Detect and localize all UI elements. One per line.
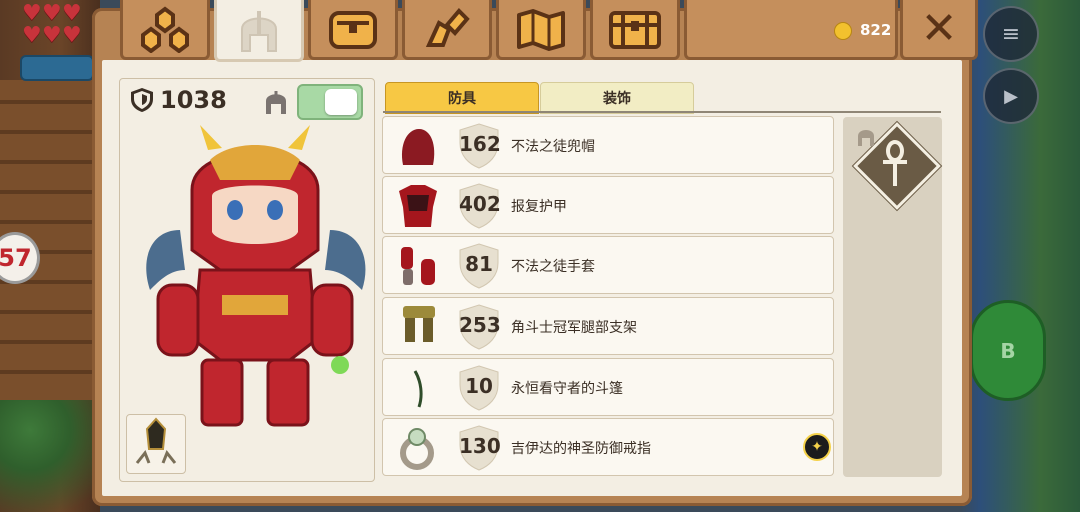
coin-count: 822 xyxy=(860,21,892,39)
cloak-icon xyxy=(413,370,423,408)
ankh-icon xyxy=(883,140,907,186)
armor-value: 162 xyxy=(459,132,501,156)
crown-accessory-icon xyxy=(135,417,177,464)
item-name: 吉伊达的神圣防御戒指 xyxy=(511,441,651,457)
tab-pets[interactable] xyxy=(402,0,492,60)
armor-value: 402 xyxy=(459,192,501,216)
character-avatar xyxy=(146,125,366,427)
armor-row-legs[interactable]: 253 角斗士冠军腿部支架 xyxy=(382,297,834,355)
tab-equipment[interactable] xyxy=(214,0,304,62)
helmet-visibility-icon xyxy=(266,91,286,114)
helmet-visibility-toggle[interactable] xyxy=(297,84,363,120)
armor-value: 10 xyxy=(465,374,493,398)
armor-row-gloves[interactable]: 81 不法之徒手套 xyxy=(382,236,834,294)
b-button-label: B xyxy=(1000,338,1016,363)
health-hearts: ♥♥♥ ♥♥♥ xyxy=(22,3,84,47)
heart-icon: ♥ xyxy=(22,23,42,48)
enchant-gem-icon: ✦ xyxy=(803,433,831,461)
armor-value: 81 xyxy=(465,252,493,276)
heart-icon: ♥ xyxy=(22,1,42,26)
menu-icon: ≡ xyxy=(1001,21,1021,47)
helmet-icon xyxy=(241,10,277,52)
item-name: 角斗士冠军腿部支架 xyxy=(511,320,637,336)
item-name: 不法之徒兜帽 xyxy=(511,139,595,155)
accessory-slot[interactable] xyxy=(126,414,186,474)
toggle-knob xyxy=(325,89,357,115)
armor-total: 1038 xyxy=(130,86,227,114)
chest-icon xyxy=(609,10,661,49)
tab-inventory[interactable] xyxy=(308,0,398,60)
close-button[interactable]: ✕ xyxy=(900,0,978,60)
ring-icon xyxy=(400,428,434,470)
bag-icon xyxy=(329,10,377,49)
crafting-icon xyxy=(141,6,189,53)
shield-icon xyxy=(131,88,153,112)
menu-button[interactable]: ≡ xyxy=(983,6,1039,62)
hood-icon xyxy=(401,129,435,165)
subtab-decoration[interactable]: 装饰 xyxy=(540,82,694,114)
armor-value: 1038 xyxy=(160,86,227,114)
camera-button[interactable]: ▶ xyxy=(983,68,1039,124)
heart-icon: ♥ xyxy=(62,23,82,48)
item-name: 永恒看守者的斗篷 xyxy=(511,381,623,397)
heart-icon: ♥ xyxy=(42,23,62,48)
gloves-icon xyxy=(401,247,435,285)
armor-row-hood[interactable]: 162 不法之徒兜帽 xyxy=(382,116,834,174)
mana-bar xyxy=(20,55,94,81)
armor-value: 253 xyxy=(459,313,501,337)
armor-row-chest[interactable]: 402 报复护甲 xyxy=(382,176,834,234)
b-action-button[interactable]: B xyxy=(970,300,1046,401)
armor-value: 130 xyxy=(459,434,501,458)
heart-icon: ♥ xyxy=(42,1,62,26)
armor-row-cloak[interactable]: 10 永恒看守者的斗篷 xyxy=(382,358,834,416)
map-icon xyxy=(517,8,565,51)
tab-map[interactable] xyxy=(496,0,586,60)
item-name: 报复护甲 xyxy=(511,199,567,215)
item-name: 不法之徒手套 xyxy=(511,259,595,275)
camera-icon: ▶ xyxy=(1004,85,1018,107)
artifact-helmet-icon xyxy=(858,130,874,146)
coin-icon xyxy=(834,22,852,40)
leg-armor-icon xyxy=(403,306,435,342)
heart-icon: ♥ xyxy=(62,1,82,26)
subtab-armor[interactable]: 防具 xyxy=(385,82,539,114)
tab-crafting[interactable] xyxy=(120,0,210,60)
armor-row-ring[interactable]: 130 吉伊达的神圣防御戒指 ✦ xyxy=(382,418,834,476)
close-icon: ✕ xyxy=(920,3,958,54)
paw-icon xyxy=(425,7,470,47)
chest-armor-icon xyxy=(399,185,437,227)
subtab-divider xyxy=(383,111,941,113)
tab-storage[interactable] xyxy=(590,0,680,60)
